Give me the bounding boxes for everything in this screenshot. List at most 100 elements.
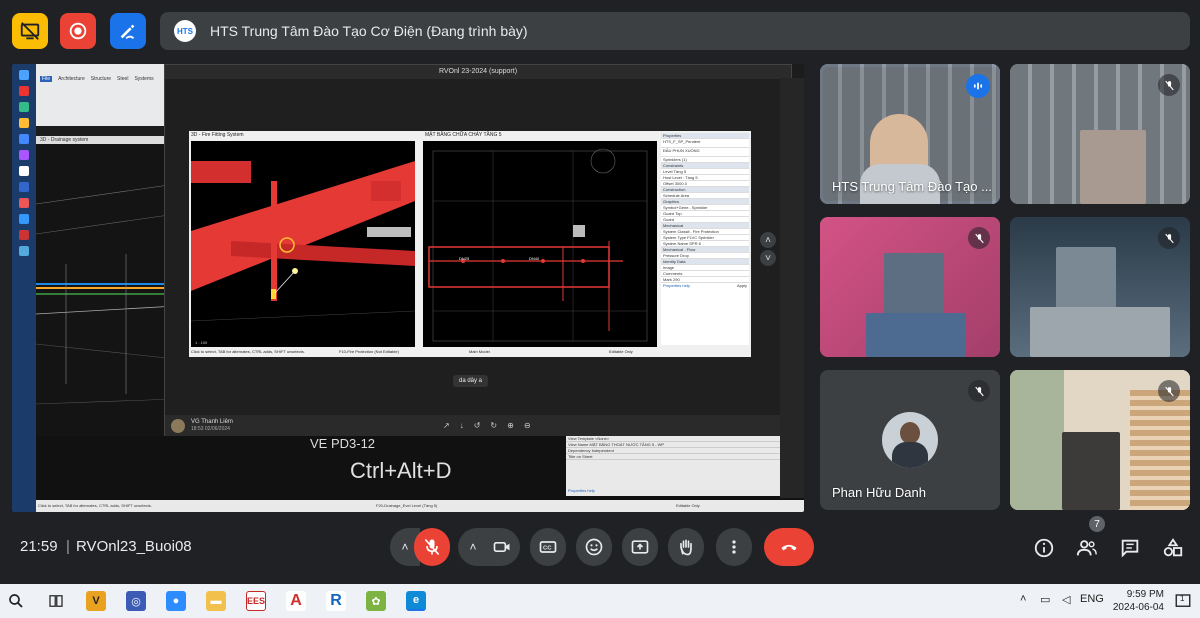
acrobat-app-icon[interactable]: A: [286, 591, 306, 611]
meeting-info-button[interactable]: [1032, 536, 1056, 560]
zoom-in-icon[interactable]: ⊕: [507, 421, 514, 430]
properties-help-link[interactable]: Properties help: [663, 283, 690, 289]
ultraviewer-app-icon[interactable]: ◎: [126, 591, 146, 611]
speaking-indicator: [966, 74, 990, 98]
properties-type: ĐẦU PHUN XUỐNG: [661, 148, 749, 157]
ribbon-tab-steel: Steel: [117, 76, 129, 82]
view-name-label: VE PD3-12: [310, 436, 376, 451]
google-meet-window: HTS HTS Trung Tâm Đào Tạo Cơ Điện (Đang …: [0, 0, 1200, 618]
ees-app-icon[interactable]: EES: [246, 591, 266, 611]
zoom-out-icon[interactable]: ⊖: [524, 421, 531, 430]
zoom-app-icon[interactable]: ●: [166, 591, 186, 611]
system-clock[interactable]: 9:59 PM 2024-06-04: [1100, 588, 1164, 614]
task-view-icon[interactable]: [46, 591, 66, 611]
battery-icon[interactable]: ▭: [1040, 593, 1050, 606]
dim-label-2: DN40: [529, 256, 540, 261]
chevron-up-icon: ˄: [401, 540, 409, 554]
dim-label-1: DN25: [459, 256, 470, 261]
muted-indicator: [1158, 74, 1180, 96]
present-screen-button[interactable]: [622, 528, 658, 566]
ribbon-tab-systems: Systems: [134, 76, 154, 82]
rotate-right-icon[interactable]: ↻: [490, 421, 497, 430]
more-options-button[interactable]: [716, 528, 752, 566]
chevron-down-icon: ˅: [765, 252, 771, 264]
ccleaner-app-icon[interactable]: ✿: [366, 591, 386, 611]
stop-presenting-button[interactable]: [12, 13, 48, 49]
share-icon[interactable]: ↗: [443, 421, 450, 430]
remote-revit-window: RVOnl 23-2024 (support) 3D - Fire Fittin…: [164, 64, 792, 437]
rotate-left-icon[interactable]: ↺: [474, 421, 481, 430]
view-3d-tab[interactable]: 3D - Fire Fitting System: [191, 132, 244, 138]
annotate-button[interactable]: [110, 13, 146, 49]
muted-indicator: [1158, 380, 1180, 402]
mic-off-icon: [1164, 233, 1174, 243]
search-icon[interactable]: [6, 591, 26, 611]
notification-center-button[interactable]: 1: [1174, 592, 1192, 610]
apply-button[interactable]: Apply: [737, 283, 747, 289]
remote-chat-bar: VG Thanh Liêm 18:53 02/06/2024 ↗ ↓ ↺ ↻ ⊕…: [165, 415, 791, 437]
vegas-app-icon[interactable]: V: [86, 591, 106, 611]
tray-overflow-icon[interactable]: ˄: [1020, 593, 1026, 605]
participant-tile[interactable]: [1010, 370, 1190, 510]
properties-family: HTS_F_SP_Pendent: [661, 139, 749, 148]
scroll-down-button[interactable]: ˅: [760, 250, 776, 266]
hangup-icon: [781, 544, 797, 551]
closed-captions-icon: CC: [539, 541, 557, 553]
scroll-up-button[interactable]: ˄: [760, 232, 776, 248]
download-icon[interactable]: ↓: [460, 421, 464, 430]
lower-editable[interactable]: Editable Only: [676, 500, 700, 512]
revit-app-icon[interactable]: R: [326, 591, 346, 611]
chevron-up-icon: ˄: [765, 234, 771, 246]
info-icon: [1034, 538, 1054, 558]
mic-off-icon: [1164, 386, 1174, 396]
participant-tile[interactable]: Phan Hữu Danh: [820, 370, 1000, 510]
present-icon: [631, 540, 649, 554]
leave-call-button[interactable]: [764, 528, 814, 566]
mic-toggle-button[interactable]: [414, 528, 450, 566]
participant-tile[interactable]: [1010, 64, 1190, 204]
participant-tile[interactable]: HTS Trung Tâm Đào Tạo ...: [820, 64, 1000, 204]
presenter-chip: HTS HTS Trung Tâm Đào Tạo Cơ Điện (Đang …: [160, 12, 1190, 50]
participant-video-blurred: [1062, 432, 1120, 510]
fire-pipe-3d-drawing: [191, 161, 415, 322]
chat-avatar: [171, 419, 185, 433]
top-bar: HTS HTS Trung Tâm Đào Tạo Cơ Điện (Đang …: [0, 0, 1200, 60]
record-icon: [69, 22, 87, 40]
participant-video-blurred: [1080, 130, 1146, 204]
captions-button[interactable]: CC: [530, 528, 566, 566]
shared-screen: File Architecture Structure Steel System…: [12, 64, 804, 512]
participant-tile[interactable]: [820, 217, 1000, 357]
lower-status-text: Click to select, TAB for alternates, CTR…: [38, 503, 152, 508]
lower-workset[interactable]: F20-Drainage_Evel Level (Tầng 5): [376, 500, 437, 512]
chat-button[interactable]: [1118, 536, 1142, 560]
file-explorer-icon[interactable]: ▬: [206, 591, 226, 611]
edge-app-icon[interactable]: e: [406, 591, 426, 611]
participant-tile[interactable]: [1010, 217, 1190, 357]
svg-text:CC: CC: [543, 546, 552, 552]
audio-wave-icon: [973, 82, 983, 90]
meeting-code: RVOnl23_Buoi08: [76, 538, 192, 555]
notification-count: 1: [1180, 594, 1185, 603]
camera-toggle-button[interactable]: [484, 528, 520, 566]
volume-icon[interactable]: ◁: [1062, 593, 1070, 606]
fire-fitting-3d-view: 1 : 100: [191, 141, 415, 347]
lower-properties: View Template <None> View Name MẶT BẰNG …: [566, 436, 802, 496]
ribbon-tab-file: File: [40, 76, 53, 82]
chat-sender-name: VG Thanh Liêm: [191, 419, 233, 425]
lower-properties-help[interactable]: Properties help: [568, 488, 595, 493]
revit-editable-only[interactable]: Editable Only: [609, 349, 633, 354]
shapes-icon: [1163, 538, 1183, 557]
record-button[interactable]: [60, 13, 96, 49]
view-plan-tab[interactable]: MẶT BẰNG CHỮA CHÁY TẦNG 5: [425, 132, 502, 138]
raise-hand-button[interactable]: [668, 528, 704, 566]
activities-button[interactable]: [1161, 536, 1185, 560]
hand-icon: [680, 539, 692, 556]
revit-workset-status[interactable]: F10-Fire Protection (Not Editable): [339, 349, 399, 354]
people-button[interactable]: [1075, 536, 1099, 560]
revit-main-model[interactable]: Main Model: [469, 349, 490, 354]
reactions-button[interactable]: [576, 528, 612, 566]
left-3d-drainage-view: 3D - Drainage system: [36, 136, 176, 486]
system-date: 2024-06-04: [1112, 602, 1164, 613]
chevron-up-icon: ˄: [469, 540, 477, 554]
participant-name: HTS Trung Tâm Đào Tạo ...: [832, 179, 992, 194]
